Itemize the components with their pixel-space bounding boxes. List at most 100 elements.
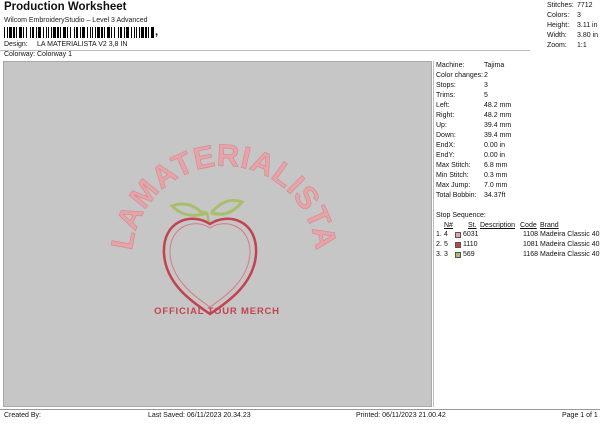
row-brand: Madeira Classic 40 [540,231,600,238]
barcode-bar [131,27,132,38]
barcode-bar [63,27,66,38]
thread-color-swatch [455,252,461,258]
barcode-bar [82,27,85,38]
col-header-st: St. [468,222,477,229]
detail-value: 0.3 mm [484,172,508,179]
peach-heart-outline [162,217,258,316]
row-code: 1168 [523,251,539,258]
barcode-bar [23,27,24,38]
row-code: 1081 [523,241,539,248]
detail-value: Tajima [484,62,505,69]
barcode-bar [114,27,115,38]
barcode-bar [151,27,154,38]
row-stitches: 1110 [463,241,478,248]
detail-label: Left: [436,102,450,109]
barcode-bar [74,27,75,38]
barcode-bar [36,27,37,38]
barcode-bar [60,27,61,38]
height-label: Height: [547,22,570,29]
detail-label: Machine: [436,62,465,69]
barcode-bar [95,27,96,38]
detail-label: Down: [436,132,456,139]
design-preview: LAMATERIALISTA OFFICIAL TOUR MERCH [3,61,432,407]
barcode-bar [32,27,34,38]
barcode-bar [124,27,125,38]
barcode-bar [53,27,56,38]
barcode-suffix: , [155,26,159,38]
row-needle: 4 [444,231,448,238]
arc-lettering: LAMATERIALISTA [104,138,344,253]
caption-lettering: OFFICIAL TOUR MERCH [154,306,280,317]
zoom-label: Zoom: [547,42,567,49]
detail-value: 0.00 in [484,142,506,149]
detail-value: 48.2 mm [484,112,512,119]
peach-heart-inner [169,223,251,308]
barcode-bar [16,27,17,38]
thread-color-swatch [455,232,461,238]
detail-value: 39.4 mm [484,122,512,129]
barcode-bar [70,27,71,38]
col-header-description: Description [480,222,516,229]
detail-label: Min Stitch: [436,172,469,179]
row-index: 1. [436,231,442,238]
detail-value: 39.4 mm [484,132,512,139]
detail-label: Stops: [436,82,456,89]
row-needle: 3 [444,251,448,258]
footer-divider [0,409,600,410]
row-needle: 5 [444,241,448,248]
col-header-n: N# [444,222,453,229]
barcode-bar [76,27,78,38]
barcode-bar [111,27,112,38]
leaf-left [169,202,208,217]
row-stitches: 6031 [463,231,479,238]
row-code: 1108 [523,231,539,238]
barcode-bar [141,27,144,38]
colorway-label: Colorway: [4,51,36,58]
barcode-bar [92,27,93,38]
detail-label: Right: [436,112,455,119]
divider [0,50,530,51]
embroidery-preview: LAMATERIALISTA OFFICIAL TOUR MERCH [104,137,344,317]
detail-value: 48.2 mm [484,102,512,109]
row-index: 2. [436,241,442,248]
panel-divider [433,61,434,407]
thread-color-swatch [455,242,461,248]
barcode-bar [4,27,5,38]
row-index: 3. [436,251,442,258]
barcode-bar [48,27,49,38]
barcode-bar [46,27,47,38]
barcode-bar [7,27,8,38]
detail-value: 5 [484,92,488,99]
row-stitches: 569 [463,251,475,258]
design-name: LA MATERIALISTA V2 3,8 IN [37,41,128,48]
detail-value: 34.37ft [484,192,506,199]
barcode-bar [67,27,68,38]
col-header-brand: Brand [540,222,559,229]
stitches-value: 7712 [577,2,593,9]
barcode-bar [38,27,41,38]
barcode-bar [145,27,147,38]
detail-label: Up: [436,122,447,129]
row-brand: Madeira Classic 40 [540,241,600,248]
design-label: Design: [4,41,28,48]
colors-label: Colors: [547,12,570,19]
printed-date: Printed: 06/11/2023 21.00.42 [356,412,446,419]
col-header-code: Code [520,222,537,229]
stop-sequence-title: Stop Sequence: [436,212,486,219]
detail-value: 7.0 mm [484,182,508,189]
barcode-bar [51,27,52,38]
barcode-bar [97,27,100,38]
barcode-bar [19,27,22,38]
detail-value: 0.00 in [484,152,506,159]
zoom-value: 1:1 [577,42,587,49]
page-title: Production Worksheet [4,1,127,13]
detail-label: Color changes: [436,72,484,79]
barcode [4,27,154,38]
barcode-bar [148,27,149,38]
width-value: 3.80 in [577,32,599,39]
barcode-bar [80,27,81,38]
stem [205,212,211,223]
barcode-bar [30,27,31,38]
arc-lettering-path: LAMATERIALISTA [104,137,344,252]
barcode-bar [126,27,129,38]
